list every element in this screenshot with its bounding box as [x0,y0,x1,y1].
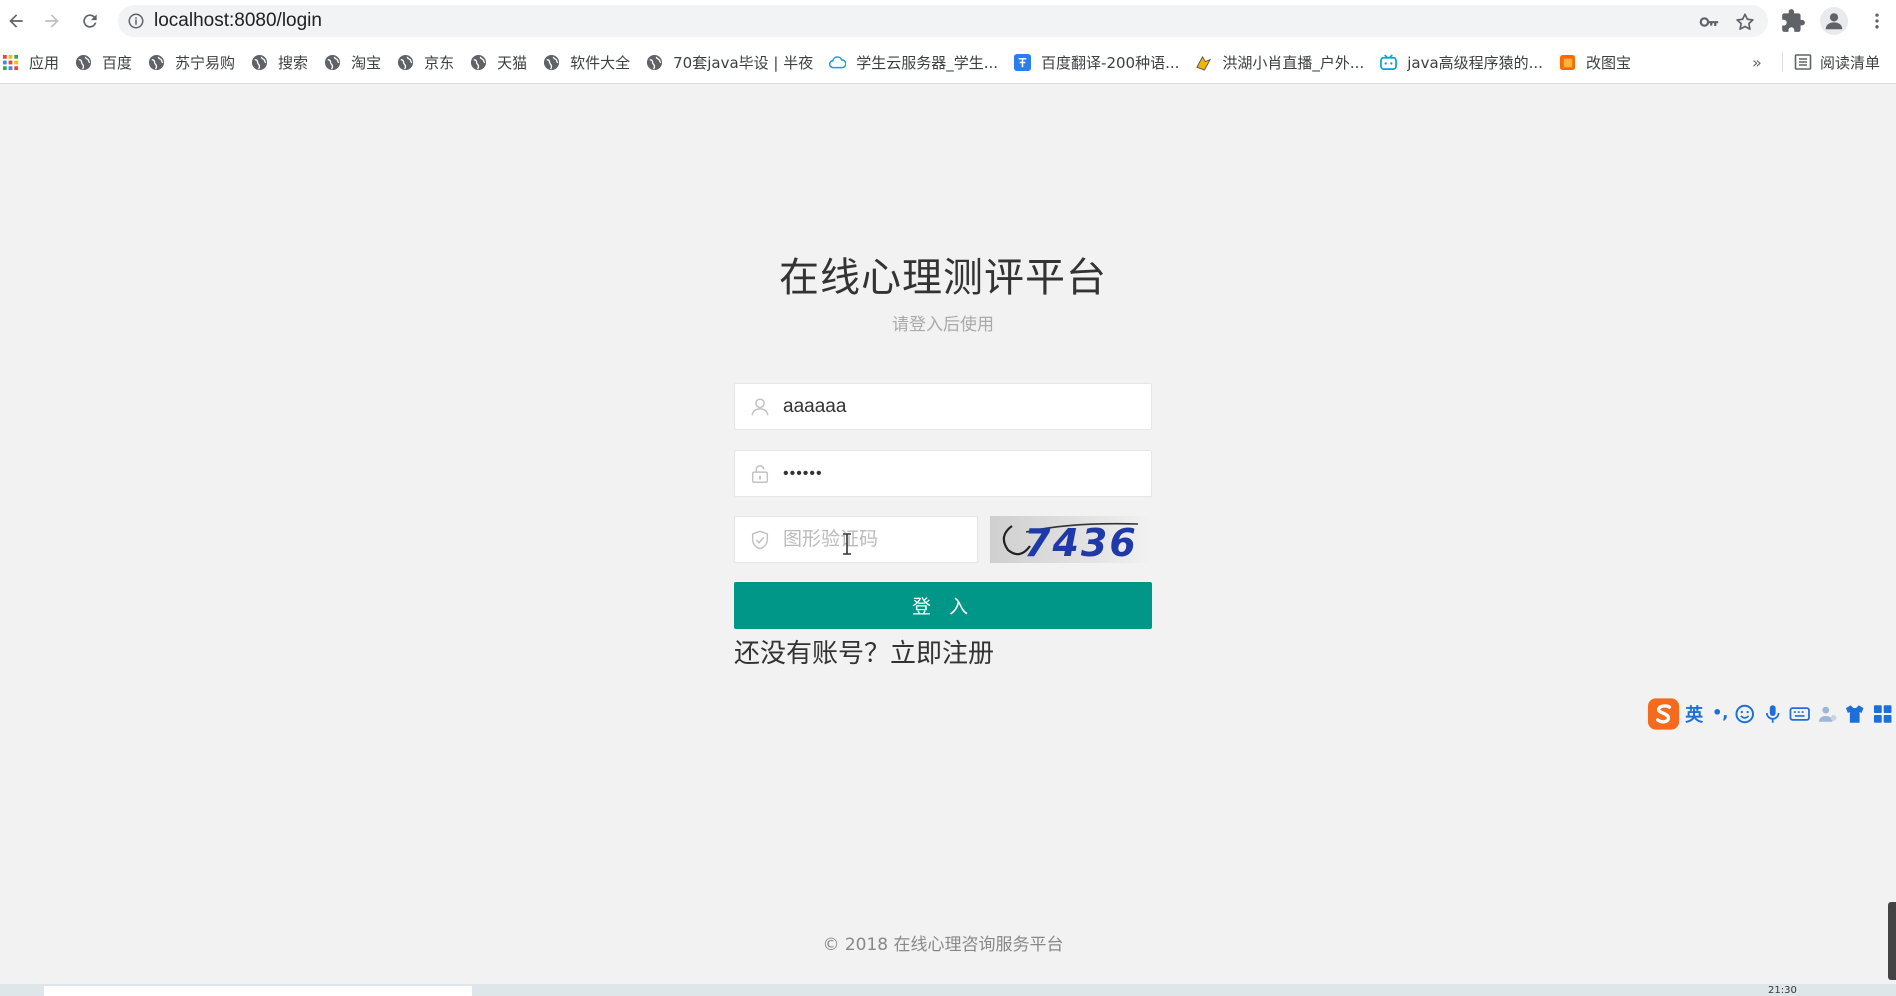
reading-list-button[interactable]: 阅读清单 [1794,44,1880,80]
globe-icon [471,54,487,70]
browser-toolbar: localhost:8080/login [0,0,1896,42]
ime-language-toggle[interactable]: 英 [1685,701,1703,727]
bookmark-baidu[interactable]: 百度 [67,44,140,80]
info-icon [128,13,144,29]
ime-toolbar[interactable]: 英 •, [1646,694,1896,734]
lock-icon [751,464,769,483]
person-icon [1825,13,1843,30]
bookmark-search[interactable]: 搜索 [243,44,316,80]
url-text[interactable]: localhost:8080/login [154,10,322,32]
cloud-icon [829,55,847,68]
bookmark-taobao[interactable]: 淘宝 [316,44,389,80]
bookmark-gaitubao[interactable]: 改图宝 [1551,44,1639,80]
login-button[interactable]: 登 入 [734,582,1152,629]
bookmark-label: 洪湖小肖直播_户外... [1222,53,1365,72]
bookmark-label: 搜索 [278,53,309,72]
bookmarks-overflow-button[interactable]: » [1752,44,1762,80]
reading-list-icon [1794,54,1812,70]
bookmark-label: 改图宝 [1585,53,1631,72]
bookmarks-bar: 应用 百度 苏宁易购 搜索 淘宝 京东 天猫 软件大全 70套java毕设 | … [0,44,1896,80]
globe-icon [251,54,268,70]
bookmark-live-stream[interactable]: 洪湖小肖直播_户外... [1187,44,1372,80]
image-tool-icon [1559,54,1576,70]
skin-shirt-icon[interactable] [1844,703,1865,725]
browser-chrome: localhost:8080/login 应用 百度 苏宁易购 搜索 淘宝 京东… [0,0,1896,84]
captcha-image[interactable]: 7436 [990,516,1152,563]
bookmark-star-icon[interactable] [1734,11,1756,33]
bookmark-label: 天猫 [497,53,528,72]
bookmark-student-cloud[interactable]: 学生云服务器_学生... [821,44,1006,80]
bookmark-tmall[interactable]: 天猫 [462,44,535,80]
extensions-puzzle-icon[interactable] [1780,8,1806,34]
captcha-input[interactable] [783,517,977,562]
captcha-code: 7436 [1024,521,1138,563]
bookmark-label: 学生云服务器_学生... [856,53,999,72]
bookmarks-divider [1782,52,1783,72]
bookmark-label: 软件大全 [570,53,631,72]
bookmark-java-projects[interactable]: 70套java毕设 | 半夜 [638,44,821,80]
sogou-logo-icon[interactable] [1646,696,1681,732]
page-title: 在线心理测评平台 [779,255,1107,301]
globe-icon [325,54,341,70]
translate-icon [1014,53,1032,71]
globe-icon [75,54,92,70]
page-subtitle: 请登入后使用 [892,315,994,335]
microphone-icon[interactable] [1762,703,1783,725]
bookmark-label: 百度 [102,53,133,72]
profile-avatar-button[interactable] [1820,7,1848,35]
browser-menu-button[interactable] [1864,8,1890,34]
forward-button[interactable] [36,5,68,37]
bookmark-label: 淘宝 [351,53,382,72]
reading-list-label: 阅读清单 [1820,53,1881,72]
key-icon[interactable] [1698,11,1720,33]
captcha-graphic: 7436 [1002,521,1139,563]
bookmark-apps[interactable]: 应用 [0,44,67,80]
bookmark-label: 70套java毕设 | 半夜 [673,53,814,72]
bookmark-baidu-translate[interactable]: 百度翻译-200种语... [1006,44,1187,80]
arrow-right-icon [45,14,59,28]
site-info-button[interactable] [118,5,154,37]
globe-icon [647,54,663,70]
text-cursor-icon [843,533,851,555]
back-button[interactable] [0,5,32,37]
captcha-field[interactable] [734,516,978,563]
arrow-left-icon [9,14,23,28]
globe-icon [398,54,414,70]
emoji-icon[interactable] [1734,703,1755,725]
password-field[interactable] [734,450,1152,497]
globe-icon [148,54,165,70]
more-vertical-icon [1875,13,1879,29]
bookmark-label: 应用 [29,53,60,72]
user-icon [751,397,769,415]
username-field[interactable] [734,383,1152,430]
address-bar[interactable]: localhost:8080/login [118,5,1768,37]
shield-check-icon [751,530,769,549]
password-input[interactable] [783,451,1151,496]
register-link[interactable]: 还没有账号？立即注册 [734,633,994,670]
footer-copyright: © 2018 在线心理咨询服务平台 [822,935,1064,955]
taskbar-clock: 21:30 [1768,985,1797,996]
bookmark-label: java高级程序猿的... [1407,53,1543,72]
game-icon [1196,55,1212,71]
reload-button[interactable] [74,5,106,37]
ime-punctuation-toggle[interactable]: •, [1712,703,1728,725]
bookmark-label: 京东 [424,53,455,72]
taskbar-active-window[interactable] [44,986,472,996]
globe-icon [544,54,560,70]
side-panel-handle[interactable] [1888,902,1896,980]
apps-grid-icon [2,54,19,70]
toolbox-grid-icon[interactable] [1872,703,1893,725]
bookmark-suning[interactable]: 苏宁易购 [140,44,243,80]
bookmark-label: 百度翻译-200种语... [1041,53,1180,72]
bookmark-label: 苏宁易购 [175,53,236,72]
keyboard-icon[interactable] [1789,703,1811,725]
user-settings-icon[interactable] [1817,703,1838,725]
username-input[interactable] [783,384,1151,429]
reload-icon [83,14,97,28]
bilibili-icon [1380,53,1398,70]
bookmark-jd[interactable]: 京东 [389,44,462,80]
bookmark-java-video[interactable]: java高级程序猿的... [1372,44,1551,80]
bookmark-software[interactable]: 软件大全 [535,44,638,80]
